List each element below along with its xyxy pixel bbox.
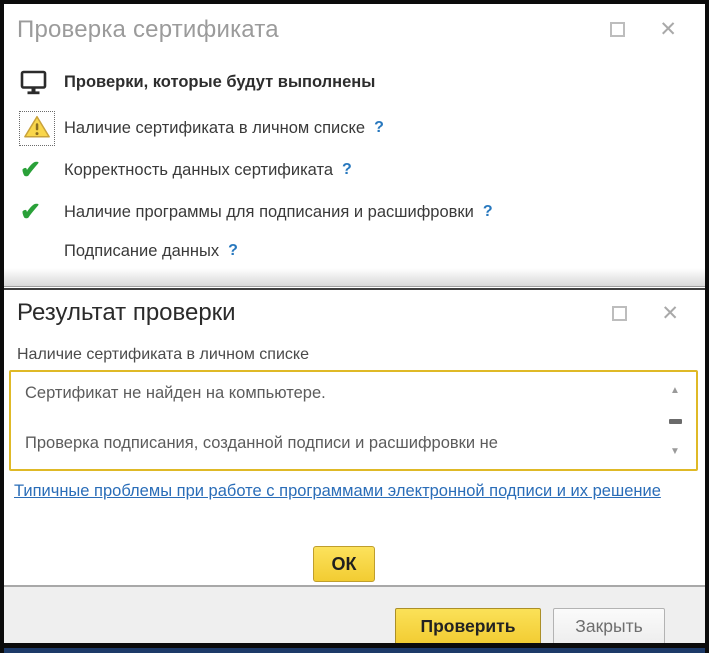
close-button[interactable]: Закрыть [553,608,665,645]
check-item-label: Корректность данных сертификата [64,161,333,180]
help-icon[interactable]: ? [483,203,493,221]
result-dialog-window-controls: ✕ [612,306,679,321]
ok-button[interactable]: ОК [313,546,375,582]
help-icon[interactable]: ? [342,161,352,179]
scroll-down-icon[interactable]: ▼ [670,447,680,457]
help-icon[interactable]: ? [228,242,238,260]
close-icon[interactable]: ✕ [661,306,679,321]
app-bottom-strip [4,648,705,653]
monitor-icon [20,70,64,95]
check-item-certificate-in-list: Наличие сертификата в личном списке ? [20,110,384,146]
close-icon[interactable]: ✕ [659,22,677,37]
application-window: Проверка сертификата ✕ Проверки, которые… [0,0,709,653]
scroll-thumb[interactable] [669,419,682,424]
certificate-dialog-title: Проверка сертификата [17,16,279,44]
check-item-signing-program: ✔ Наличие программы для подписания и рас… [20,194,493,230]
result-message-line-1: Сертификат не найден на компьютере. [25,384,656,403]
check-item-data-signing: Подписание данных ? [20,233,238,269]
verify-button[interactable]: Проверить [395,608,541,645]
check-item-label: Наличие программы для подписания и расши… [64,203,474,222]
message-scrollbar[interactable]: ▲ ▼ [668,386,682,457]
result-field-label: Наличие сертификата в личном списке [17,346,309,364]
check-item-certificate-data: ✔ Корректность данных сертификата ? [20,152,352,188]
check-item-label: Подписание данных [64,242,219,261]
scroll-up-icon[interactable]: ▲ [670,386,680,396]
help-icon[interactable]: ? [374,119,384,137]
certificate-dialog-window-controls: ✕ [610,22,677,37]
dialog-footer: Проверить Закрыть [4,585,705,643]
check-item-label: Наличие сертификата в личном списке [64,119,365,138]
maximize-icon[interactable] [612,306,627,321]
result-message-box[interactable]: Сертификат не найден на компьютере. Пров… [9,370,698,471]
checks-section-header-label: Проверки, которые будут выполнены [64,73,375,92]
result-message-line-2: Проверка подписания, созданной подписи и… [25,434,656,453]
warning-icon [20,112,54,145]
result-dialog: Результат проверки ✕ Наличие сертификата… [4,288,705,585]
certificate-dialog-bottom-edge [4,268,705,287]
check-icon: ✔ [20,158,41,183]
check-icon: ✔ [20,200,41,225]
maximize-icon[interactable] [610,22,625,37]
checks-section-header-row: Проверки, которые будут выполнены [20,64,375,100]
result-dialog-title: Результат проверки [17,299,236,327]
typical-problems-link[interactable]: Типичные проблемы при работе с программа… [14,480,682,502]
